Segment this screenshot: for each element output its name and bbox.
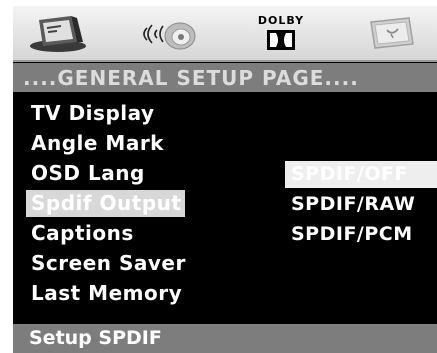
- preference-icon[interactable]: [365, 12, 419, 54]
- menu-item-angle-mark[interactable]: Angle Mark: [31, 130, 164, 157]
- setup-category-bar: DOLBY: [13, 6, 437, 62]
- footer-hint: Setup SPDIF: [29, 327, 162, 349]
- page-header: ....GENERAL SETUP PAGE....: [13, 63, 437, 92]
- status-footer: Setup SPDIF: [13, 324, 437, 353]
- dolby-digital-icon[interactable]: DOLBY: [249, 12, 313, 54]
- menu-item-captions[interactable]: Captions: [31, 220, 134, 247]
- menu-item-spdif-output[interactable]: Spdif Output: [26, 190, 186, 217]
- setup-menu-screen: DOLBY ....GENERAL SETUP PAGE.... TV Disp…: [13, 6, 437, 353]
- menu-item-osd-lang[interactable]: OSD Lang: [31, 160, 145, 187]
- setup-menu: TV Display Angle Mark OSD Lang Spdif Out…: [13, 92, 437, 316]
- option-spdif-raw[interactable]: SPDIF/RAW: [291, 191, 415, 218]
- option-spdif-off[interactable]: SPDIF/OFF: [285, 161, 437, 188]
- page-title: ....GENERAL SETUP PAGE....: [23, 66, 359, 90]
- option-spdif-pcm[interactable]: SPDIF/PCM: [291, 221, 413, 248]
- menu-item-screen-saver[interactable]: Screen Saver: [31, 250, 186, 277]
- menu-item-tv-display[interactable]: TV Display: [31, 100, 155, 127]
- general-setup-icon[interactable]: [27, 12, 89, 54]
- menu-item-last-memory[interactable]: Last Memory: [31, 280, 182, 307]
- audio-setup-icon[interactable]: [137, 12, 197, 54]
